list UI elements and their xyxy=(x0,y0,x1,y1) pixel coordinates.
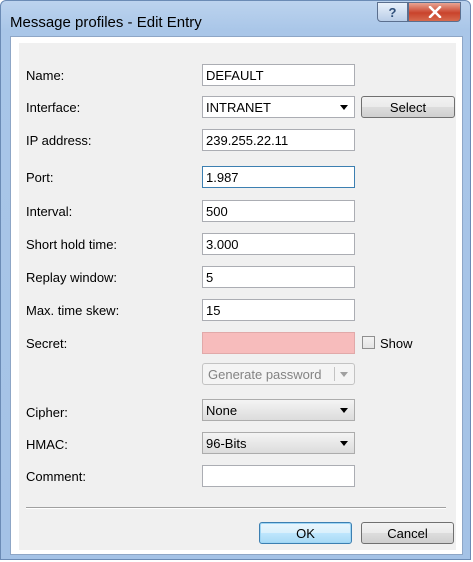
interval-value: 500 xyxy=(206,204,228,219)
generate-password-button[interactable]: Generate password xyxy=(202,363,355,385)
interface-value: INTRANET xyxy=(206,100,271,115)
button-separator xyxy=(26,507,446,509)
title-bar[interactable]: Message profiles - Edit Entry ? xyxy=(1,1,470,37)
chevron-down-icon xyxy=(340,408,348,413)
name-label: Name: xyxy=(26,68,65,83)
secret-input[interactable] xyxy=(202,332,355,354)
cancel-button-label: Cancel xyxy=(387,525,428,541)
ip-address-input[interactable]: 239.255.22.11 xyxy=(202,129,355,151)
ok-button[interactable]: OK xyxy=(259,522,352,544)
hmac-label: HMAC: xyxy=(26,437,68,452)
ok-button-label: OK xyxy=(296,525,315,541)
split-button-divider xyxy=(334,367,335,381)
chevron-down-icon xyxy=(340,105,348,110)
help-button[interactable]: ? xyxy=(377,2,408,22)
close-icon xyxy=(428,6,441,18)
cipher-dropdown[interactable]: None xyxy=(202,399,355,421)
replay-window-label: Replay window: xyxy=(26,270,118,285)
hmac-value: 96-Bits xyxy=(206,436,247,451)
port-value: 1.987 xyxy=(206,170,239,185)
name-input[interactable]: DEFAULT xyxy=(202,64,355,86)
cipher-value: None xyxy=(206,403,238,418)
interval-label: Interval: xyxy=(26,204,73,219)
short-hold-time-value: 3.000 xyxy=(206,237,239,252)
chevron-down-icon xyxy=(340,441,348,446)
replay-window-value: 5 xyxy=(206,270,214,285)
max-time-skew-value: 15 xyxy=(206,303,221,318)
ip-address-label: IP address: xyxy=(26,133,92,148)
select-button-label: Select xyxy=(389,99,427,115)
show-secret-checkbox[interactable] xyxy=(362,336,375,349)
ip-address-value: 239.255.22.11 xyxy=(206,133,289,148)
show-secret-label: Show xyxy=(380,336,413,351)
comment-label: Comment: xyxy=(26,469,86,484)
chevron-down-icon[interactable] xyxy=(340,372,348,377)
port-input[interactable]: 1.987 xyxy=(202,166,355,188)
select-interface-button[interactable]: Select xyxy=(361,96,455,118)
comment-input[interactable] xyxy=(202,465,355,487)
generate-password-label: Generate password xyxy=(208,367,322,382)
name-value: DEFAULT xyxy=(206,68,264,83)
cancel-button[interactable]: Cancel xyxy=(361,522,454,544)
interface-label: Interface: xyxy=(26,100,81,115)
interface-dropdown[interactable]: INTRANET xyxy=(202,96,355,118)
help-icon: ? xyxy=(388,4,397,20)
window-title: Message profiles - Edit Entry xyxy=(10,14,202,31)
hmac-dropdown[interactable]: 96-Bits xyxy=(202,432,355,454)
secret-label: Secret: xyxy=(26,336,68,351)
cipher-label: Cipher: xyxy=(26,405,68,420)
interval-input[interactable]: 500 xyxy=(202,200,355,222)
port-label: Port: xyxy=(26,170,54,185)
short-hold-time-label: Short hold time: xyxy=(26,237,118,252)
max-time-skew-label: Max. time skew: xyxy=(26,303,120,318)
replay-window-input[interactable]: 5 xyxy=(202,266,355,288)
max-time-skew-input[interactable]: 15 xyxy=(202,299,355,321)
close-button[interactable] xyxy=(408,2,461,22)
short-hold-time-input[interactable]: 3.000 xyxy=(202,233,355,255)
